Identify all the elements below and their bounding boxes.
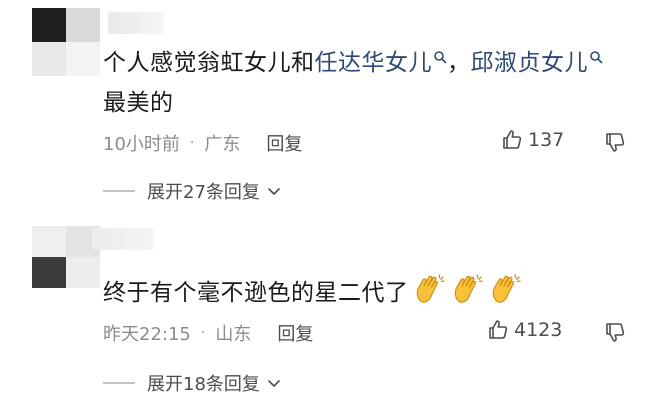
avatar-blur [32,226,66,257]
thumbs-up-icon [503,130,522,149]
chevron-down-icon [268,380,280,387]
comment-text-plain: 终于有个毫不逊色的星二代了 [103,280,409,306]
avatar-blur [32,257,66,288]
separator: ， [447,50,471,76]
location: 广东 [204,134,241,155]
chevron-down-icon [268,188,280,195]
avatar-blur [66,8,100,42]
comment-text-line2: 最美的 [103,90,174,116]
clapping-hands-emoji [492,274,521,303]
avatar[interactable] [32,8,100,76]
comment-meta: 10小时前 · 广东 回复 [103,130,302,156]
timestamp: 10小时前 [103,134,180,155]
expand-label: 展开27条回复 [147,182,260,203]
like-count: 137 [528,129,565,151]
comment-text-plain: 个人感觉翁虹女儿和 [103,50,315,76]
clapping-hands-emoji [454,274,483,303]
clapping-hands-emoji [416,274,445,303]
thumbs-up-icon [489,320,508,339]
expand-line [103,190,135,192]
avatar-blur [66,257,100,288]
avatar-blur [32,42,66,76]
reply-button[interactable]: 回复 [277,320,313,346]
reply-button[interactable]: 回复 [266,130,302,156]
expand-label: 展开18条回复 [147,374,260,395]
search-icon [590,51,603,64]
comment-text: 个人感觉翁虹女儿和任达华女儿 ，邱淑贞女儿 [103,45,603,81]
avatar-blur [66,42,100,76]
like-button[interactable]: 137 [500,128,564,152]
meta-dot: · [200,325,206,341]
search-icon [434,51,447,64]
username-redacted [92,228,154,250]
expand-replies-button[interactable]: 展开18条回复 [103,370,282,396]
username-redacted [108,12,164,34]
avatar[interactable] [32,226,100,288]
entity-link-1[interactable]: 任达华女儿 [315,50,448,76]
timestamp: 昨天22:15 [103,324,191,345]
location: 山东 [215,324,252,345]
comment-text: 终于有个毫不逊色的星二代了 [103,272,523,311]
thumbs-down-icon[interactable] [603,130,627,154]
comment-meta: 昨天22:15 · 山东 回复 [103,320,313,346]
like-count: 4123 [514,319,563,341]
avatar-blur [32,8,66,42]
entity-link-2[interactable]: 邱淑贞女儿 [471,50,604,76]
meta-dot: · [189,135,195,151]
like-button[interactable]: 4123 [486,318,562,342]
thumbs-down-icon[interactable] [603,320,627,344]
expand-line [103,382,135,384]
expand-replies-button[interactable]: 展开27条回复 [103,178,282,204]
